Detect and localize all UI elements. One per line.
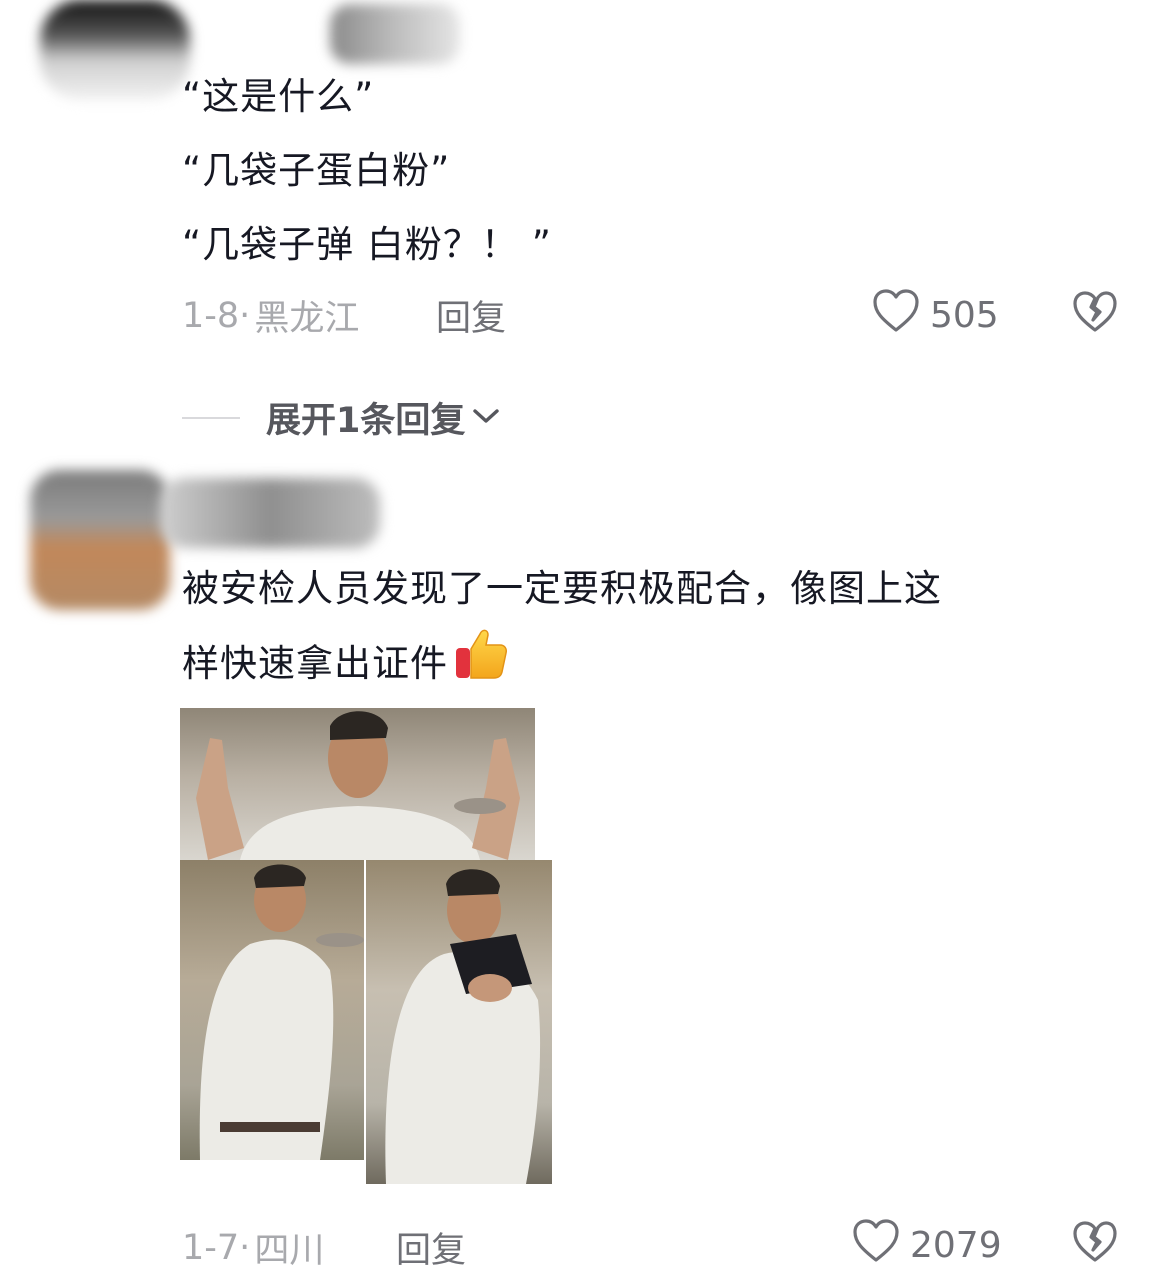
chevron-down-icon <box>471 405 501 431</box>
comment-location: 四川 <box>254 1231 325 1271</box>
broken-heart-icon <box>1072 1221 1118 1268</box>
like-count: 505 <box>930 295 999 336</box>
comment-location: 黑龙江 <box>254 299 360 339</box>
like-button[interactable]: 505 <box>872 288 999 343</box>
comment-text-line: “几袋子弹 白粉？！ ” <box>182 223 552 266</box>
expand-divider <box>182 416 240 419</box>
comment-text-line: 被安检人员发现了一定要积极配合，像图上这 <box>182 567 942 610</box>
heart-outline-icon <box>872 288 920 343</box>
redacted-avatar <box>40 0 190 100</box>
dislike-button[interactable] <box>1072 1220 1118 1268</box>
broken-heart-icon <box>1072 291 1118 338</box>
comment-date: 1-8 <box>182 295 240 336</box>
dislike-button[interactable] <box>1072 290 1118 338</box>
meta-separator: · <box>239 1227 251 1268</box>
attached-image-wallet[interactable] <box>366 860 552 1184</box>
comment-date: 1-7 <box>182 1227 240 1268</box>
comment-text-line: 样快速拿出证件 <box>182 624 510 707</box>
expand-replies[interactable]: 展开1条回复 <box>182 392 501 443</box>
attached-image-hands-up[interactable] <box>180 708 535 860</box>
like-count: 2079 <box>910 1225 1002 1266</box>
comment-meta-row: 1-8 · 黑龙江 <box>182 290 359 341</box>
redacted-username <box>330 4 460 64</box>
comment-text-line: “几袋子蛋白粉” <box>182 149 451 192</box>
comment-text-fragment: 样快速拿出证件 <box>182 642 448 685</box>
expand-replies-label[interactable]: 展开1条回复 <box>266 392 465 443</box>
redacted-username <box>160 478 380 548</box>
redacted-avatar <box>30 470 170 610</box>
heart-outline-icon <box>852 1218 900 1273</box>
thumbs-up-emoji <box>452 624 510 707</box>
attached-image-reaching[interactable] <box>180 860 364 1160</box>
meta-separator: · <box>239 295 251 336</box>
reply-button[interactable]: 回复 <box>436 290 506 341</box>
reply-button[interactable]: 回复 <box>396 1222 466 1273</box>
comment-meta-row: 1-7 · 四川 <box>182 1222 324 1273</box>
comment-text-line: “这是什么” <box>182 75 375 118</box>
like-button[interactable]: 2079 <box>852 1218 1002 1273</box>
